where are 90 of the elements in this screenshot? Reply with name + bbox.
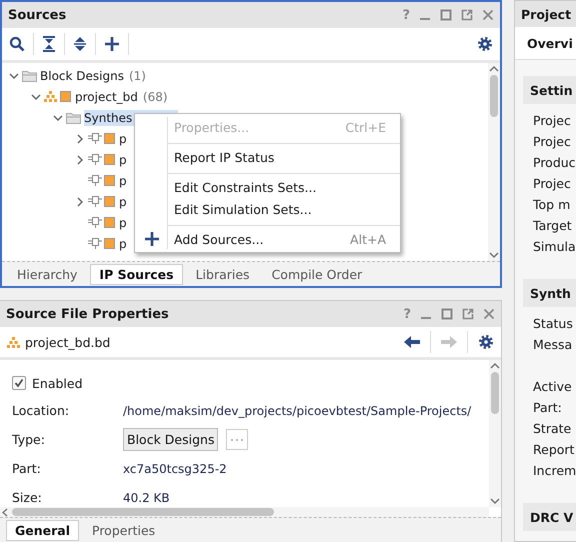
ip-core-icon: [88, 132, 116, 145]
field-value: 40.2 KB: [123, 490, 170, 504]
panel-title: Source File Properties: [6, 306, 169, 322]
scroll-down-icon[interactable]: [489, 252, 499, 259]
ip-core-icon: [88, 216, 116, 229]
scrollbar[interactable]: [488, 63, 500, 261]
field-label: Messa: [532, 336, 574, 354]
tab[interactable]: Libraries: [186, 264, 259, 284]
item-count: (1): [128, 68, 146, 82]
field-label: Projec: [532, 112, 572, 130]
tree-item[interactable]: p: [119, 172, 127, 188]
scrollbar[interactable]: [489, 360, 501, 507]
block-design-icon: [44, 90, 72, 103]
tree-item[interactable]: p: [119, 236, 127, 252]
field-label: Status: [532, 315, 574, 333]
scroll-up-icon[interactable]: [490, 362, 500, 369]
search-icon[interactable]: [9, 36, 25, 52]
tab[interactable]: Hierarchy: [8, 264, 86, 284]
item-count: (68): [142, 90, 168, 104]
field-label: Part:: [12, 461, 42, 476]
tree-item[interactable]: p: [119, 194, 127, 210]
ip-core-icon: [88, 195, 116, 208]
ip-core-icon: [88, 237, 116, 250]
field-label: Type:: [12, 432, 46, 447]
add-icon[interactable]: [104, 36, 120, 52]
menu-item[interactable]: Add Sources... Alt+A: [135, 228, 400, 250]
scrollbar-thumb[interactable]: [490, 75, 498, 117]
ip-core-icon: [88, 174, 116, 187]
scroll-left-icon[interactable]: [2, 508, 8, 516]
maximize-icon[interactable]: [441, 308, 453, 320]
field-label: Part:: [532, 399, 563, 417]
field-label: Produc: [532, 154, 576, 172]
field-label: Top m: [532, 196, 572, 214]
panel-title: Project: [515, 1, 576, 27]
panel-title: Sources: [8, 8, 66, 22]
field-label: Size:: [12, 490, 43, 505]
menu-item[interactable]: Edit Constraints Sets...: [135, 176, 400, 198]
folder-icon: [22, 70, 37, 82]
checkbox-label: Enabled: [32, 376, 83, 390]
settings-icon[interactable]: [478, 334, 494, 350]
field-label: Projec: [532, 133, 572, 151]
horizontal-scrollbar[interactable]: [0, 507, 489, 517]
folder-icon: [66, 112, 81, 124]
expand-all-icon[interactable]: [73, 36, 87, 52]
tab[interactable]: Properties: [83, 520, 164, 540]
tree-item[interactable]: p: [119, 152, 127, 168]
block-design-icon: [7, 336, 20, 348]
field-value: /home/maksim/dev_projects/picoevbtest/Sample-Projects/: [123, 404, 472, 418]
scroll-down-icon[interactable]: [490, 498, 500, 505]
field-label: Location:: [12, 403, 70, 418]
chevron-down-icon[interactable]: [31, 92, 41, 102]
tree-item[interactable]: project_bd: [75, 88, 138, 104]
field-label: Target: [532, 217, 573, 235]
scrollbar-thumb[interactable]: [491, 372, 499, 414]
back-arrow-icon[interactable]: [404, 336, 420, 348]
field-value: xc7a50tcsg325-2: [123, 462, 227, 476]
chevron-right-icon[interactable]: [75, 196, 85, 206]
field-label: Projec: [532, 175, 572, 193]
float-icon[interactable]: [461, 9, 473, 21]
field-label: Simula: [532, 238, 576, 256]
tree-item[interactable]: p: [119, 214, 127, 230]
section-header: Settin: [523, 76, 576, 104]
section-header: DRC V: [523, 503, 576, 531]
field-label: Strate: [532, 420, 572, 438]
chevron-down-icon[interactable]: [53, 112, 63, 122]
tab[interactable]: Compile Order: [262, 264, 372, 284]
float-icon[interactable]: [462, 308, 474, 320]
tree-item[interactable]: p: [119, 130, 127, 146]
tree-item[interactable]: Block Designs: [40, 68, 124, 84]
close-icon[interactable]: [482, 9, 494, 21]
maximize-icon[interactable]: [440, 9, 452, 21]
tab[interactable]: IP Sources: [90, 264, 183, 284]
scroll-up-icon[interactable]: [489, 65, 499, 72]
add-icon: [144, 231, 160, 247]
chevron-right-icon[interactable]: [75, 134, 85, 144]
settings-icon[interactable]: [477, 36, 493, 52]
type-button[interactable]: Block Designs: [123, 428, 218, 451]
section-header: Synth: [523, 279, 576, 307]
chevron-right-icon[interactable]: [75, 154, 85, 164]
tab[interactable]: General: [6, 520, 79, 540]
checkbox[interactable]: [12, 376, 26, 390]
field-label: Increm: [532, 462, 576, 480]
file-name: project_bd.bd: [25, 334, 110, 350]
close-icon[interactable]: [483, 308, 495, 320]
ip-core-icon: [88, 153, 116, 166]
field-label: Report: [532, 441, 576, 459]
chevron-down-icon[interactable]: [9, 70, 19, 80]
collapse-all-icon[interactable]: [42, 36, 56, 52]
field-label: Active: [532, 378, 573, 396]
ellipsis-icon: [230, 438, 244, 442]
